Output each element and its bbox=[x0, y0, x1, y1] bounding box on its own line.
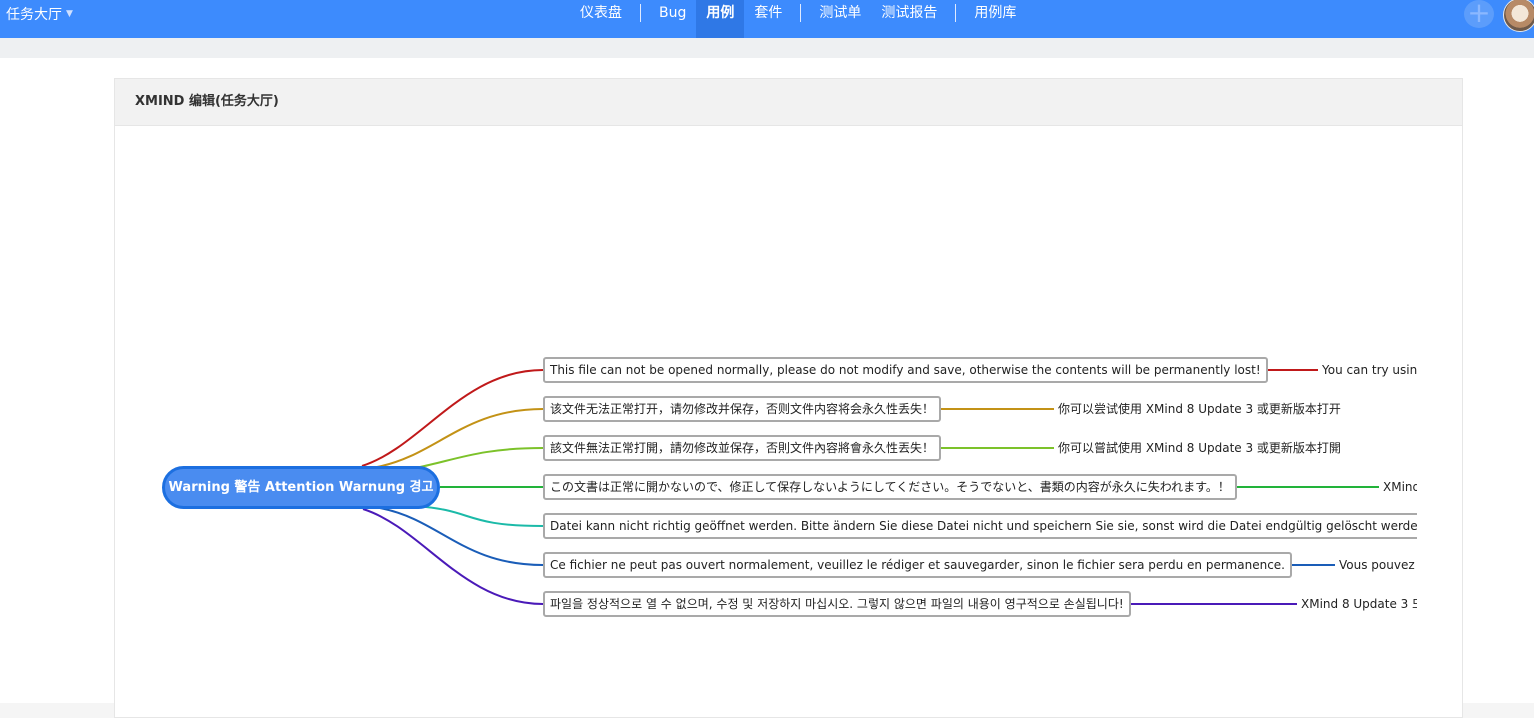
nav-divider bbox=[800, 4, 802, 22]
nav-dashboard[interactable]: 仪表盘 bbox=[570, 0, 632, 38]
project-name: 任务大厅 bbox=[6, 7, 62, 23]
panel-title: XMIND 编辑(任务大厅) bbox=[115, 79, 1462, 126]
mindmap-canvas[interactable]: Warning 警告 Attention Warnung 경고 This fil… bbox=[115, 124, 1417, 703]
nav-testreport[interactable]: 测试报告 bbox=[871, 0, 947, 38]
nav-suite[interactable]: 套件 bbox=[744, 0, 792, 38]
mindmap-subtopic[interactable]: XMind bbox=[1383, 479, 1417, 495]
mindmap-subtopic[interactable]: Vous pouvez bbox=[1339, 557, 1415, 573]
branch-connector bbox=[362, 508, 544, 605]
add-icon[interactable]: + bbox=[1464, 0, 1494, 28]
nav-divider bbox=[640, 4, 641, 22]
mindmap-subtopic[interactable]: XMind 8 Update 3 또 bbox=[1301, 596, 1417, 612]
branch-connector bbox=[414, 505, 544, 527]
nav-divider bbox=[955, 4, 957, 22]
mindmap-topic[interactable]: This file can not be opened normally, pl… bbox=[543, 357, 1268, 383]
branch-connector bbox=[379, 507, 544, 566]
top-navigation-bar: 任务大厅 ▼ 仪表盘 Bug 用例 套件 测试单 测试报告 用例库 + bbox=[0, 0, 1534, 38]
branch-connector bbox=[361, 369, 544, 467]
nav-bug[interactable]: Bug bbox=[649, 0, 696, 38]
mindmap-topic[interactable]: Ce fichier ne peut pas ouvert normalemen… bbox=[543, 552, 1292, 578]
user-avatar[interactable] bbox=[1503, 0, 1534, 32]
subnav-strip bbox=[0, 38, 1534, 58]
mindmap-topic[interactable]: 파일을 정상적으로 열 수 없으며, 수정 및 저장하지 마십시오. 그렇지 않… bbox=[543, 591, 1131, 617]
nav-testcase[interactable]: 用例 bbox=[696, 0, 745, 38]
mindmap-subtopic[interactable]: 你可以尝试使用 XMind 8 Update 3 或更新版本打开 bbox=[1058, 401, 1341, 417]
mindmap-topic[interactable]: 該文件無法正常打開，請勿修改並保存，否則文件內容將會永久性丟失！ bbox=[543, 435, 942, 461]
project-switcher[interactable]: 任务大厅 ▼ bbox=[6, 4, 73, 24]
mindmap-subtopic[interactable]: You can try using bbox=[1322, 362, 1417, 378]
mindmap-subtopic[interactable]: 你可以嘗試使用 XMind 8 Update 3 或更新版本打開 bbox=[1058, 440, 1341, 456]
main-nav: 仪表盘 Bug 用例 套件 测试单 测试报告 用例库 bbox=[570, 0, 1026, 38]
nav-testtask[interactable]: 测试单 bbox=[809, 0, 871, 38]
nav-caselib[interactable]: 用例库 bbox=[964, 0, 1026, 38]
mindmap-topic[interactable]: この文書は正常に開かないので、修正して保存しないようにしてください。そうでないと… bbox=[543, 474, 1237, 500]
caret-down-icon: ▼ bbox=[66, 9, 73, 19]
mindmap-topic[interactable]: Datei kann nicht richtig geöffnet werden… bbox=[543, 513, 1417, 539]
mindmap-root-topic[interactable]: Warning 警告 Attention Warnung 경고 bbox=[162, 466, 440, 509]
mindmap-topic[interactable]: 该文件无法正常打开，请勿修改并保存，否则文件内容将会永久性丢失！ bbox=[543, 396, 942, 422]
